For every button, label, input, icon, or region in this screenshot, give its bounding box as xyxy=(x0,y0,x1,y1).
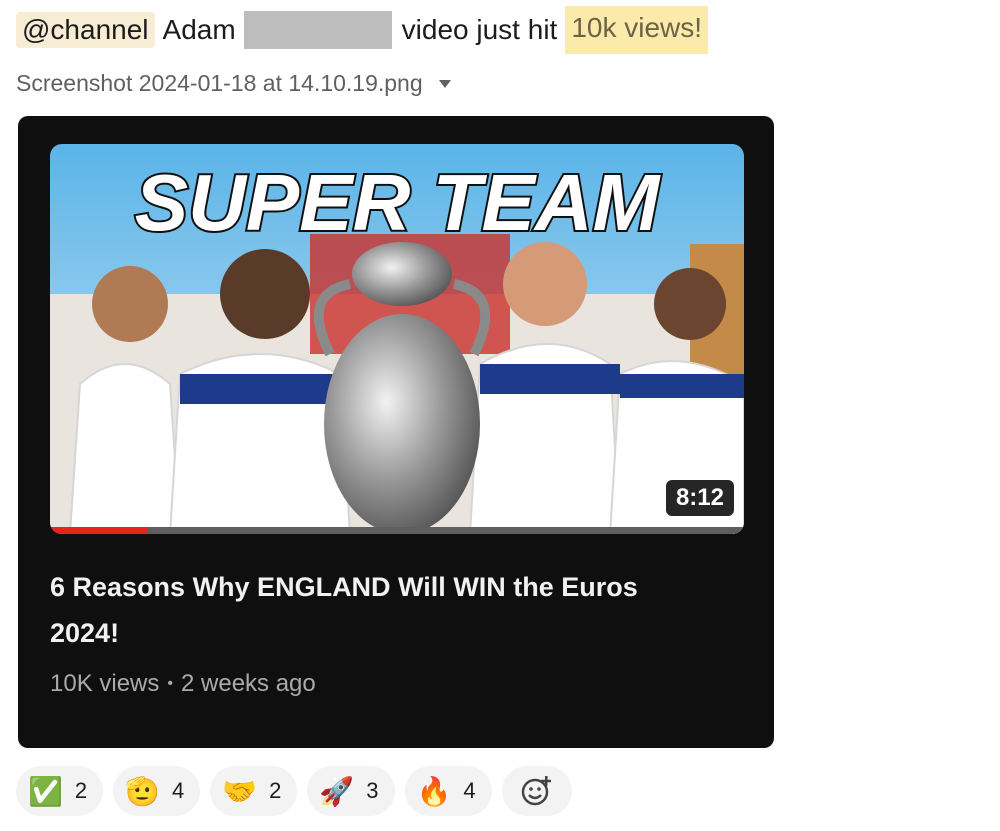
rocket-icon: 🚀 xyxy=(319,774,355,808)
reaction-salute[interactable]: 🫡 4 xyxy=(113,766,201,816)
add-reaction-button[interactable] xyxy=(501,766,572,816)
video-card[interactable]: SUPER TEAM 8:12 6 Reasons Why ENGLAND Wi… xyxy=(18,116,774,748)
video-meta: 10K views • 2 weeks ago xyxy=(50,670,316,698)
channel-mention[interactable]: @channel xyxy=(16,12,155,48)
salute-face-icon: 🫡 xyxy=(125,774,160,808)
watch-progress-bar xyxy=(50,527,744,534)
upload-age: 2 weeks ago xyxy=(181,670,316,697)
message-text: @channel Adam video just hit 10k views! xyxy=(16,6,709,54)
reaction-count: 2 xyxy=(269,778,282,803)
attachment-filename[interactable]: Screenshot 2024-01-18 at 14.10.19.png xyxy=(16,70,423,97)
handshake-icon: 🤝 xyxy=(222,774,258,808)
reaction-count: 4 xyxy=(172,778,185,803)
thumbnail-image: SUPER TEAM xyxy=(50,144,744,534)
add-reaction-icon xyxy=(521,776,551,806)
reaction-bar: ✅ 2 🫡 4 🤝 2 🚀 3 🔥 4 xyxy=(16,766,572,816)
fire-icon: 🔥 xyxy=(416,774,452,808)
video-duration: 8:12 xyxy=(665,480,734,516)
message-body: video just hit xyxy=(401,14,558,45)
check-mark-icon: ✅ xyxy=(28,774,63,808)
highlighted-text: 10k views! xyxy=(565,6,709,54)
sender-name: Adam xyxy=(162,14,236,45)
separator-dot: • xyxy=(167,675,173,692)
watch-progress-fill xyxy=(50,527,148,534)
view-count: 10K views xyxy=(50,670,160,697)
redacted-block xyxy=(243,11,392,49)
video-title[interactable]: 6 Reasons Why ENGLAND Will WIN the Euros… xyxy=(50,564,650,656)
reaction-count: 4 xyxy=(463,778,476,803)
reaction-count: 3 xyxy=(366,778,379,803)
reaction-handshake[interactable]: 🤝 2 xyxy=(210,766,298,816)
chevron-down-icon[interactable] xyxy=(438,80,451,88)
reaction-rocket[interactable]: 🚀 3 xyxy=(307,766,395,816)
reaction-fire[interactable]: 🔥 4 xyxy=(404,766,492,816)
reaction-check[interactable]: ✅ 2 xyxy=(16,766,104,816)
attachment-header[interactable]: Screenshot 2024-01-18 at 14.10.19.png xyxy=(16,66,451,100)
reaction-count: 2 xyxy=(74,778,88,803)
video-thumbnail[interactable]: SUPER TEAM 8:12 xyxy=(50,144,744,534)
thumbnail-title-text: SUPER TEAM xyxy=(135,158,662,247)
